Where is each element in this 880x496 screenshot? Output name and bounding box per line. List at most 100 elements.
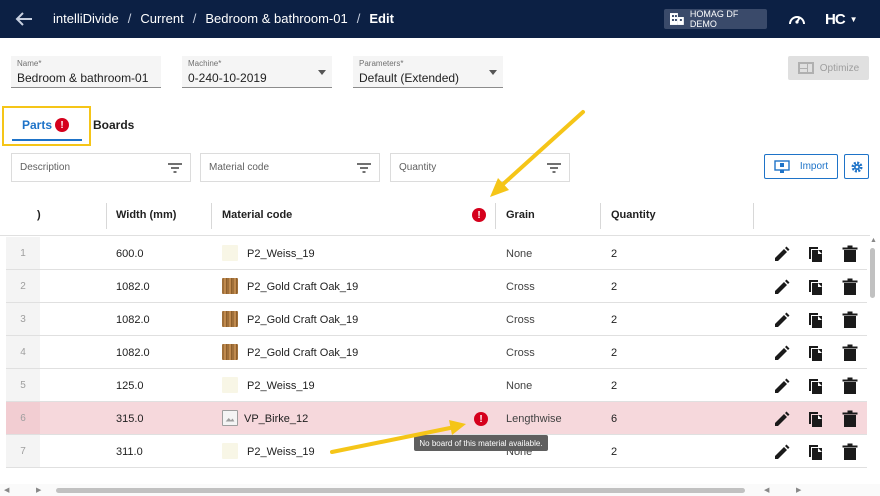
delete-button[interactable] [841,311,858,333]
grain-cell: Cross [506,314,535,326]
import-label: Import [799,161,829,172]
machine-select[interactable]: Machine* 0-240-10-2019 [182,56,332,88]
user-menu[interactable]: HC ▼ [825,11,858,28]
column-header-grain[interactable]: Grain [506,209,535,221]
optimize-button[interactable]: Optimize [788,56,869,80]
copy-button[interactable] [807,377,824,399]
breadcrumb-list[interactable]: Bedroom & bathroom-01 [205,11,347,26]
scroll-right-arrow-icon[interactable]: ▶ [796,486,801,494]
scroll-up-arrow-icon[interactable]: ▲ [870,237,877,244]
copy-button[interactable] [807,245,824,267]
breadcrumb-current[interactable]: Current [140,11,183,26]
material-swatch [222,245,238,261]
import-button[interactable]: Import [764,154,838,179]
vertical-scrollbar[interactable]: ▲ [869,237,877,487]
copy-button[interactable] [807,311,824,333]
delete-button[interactable] [841,344,858,366]
table-row[interactable]: 1 600.0 P2_Weiss_19 None 2 [6,237,867,270]
edit-button[interactable] [773,278,790,300]
delete-button[interactable] [841,377,858,399]
column-divider[interactable] [600,203,601,229]
trash-icon [842,311,858,328]
column-header-quantity[interactable]: Quantity [611,209,656,221]
copy-button[interactable] [807,443,824,465]
table-row[interactable]: 2 1082.0 P2_Gold Craft Oak_19 Cross 2 [6,270,867,303]
copy-button[interactable] [807,278,824,300]
quantity-cell: 2 [611,380,618,392]
table-header: ) Width (mm) Material code ! Grain Quant… [0,196,870,236]
chevron-down-icon [489,70,497,75]
quantity-cell: 2 [611,281,618,293]
trash-icon [842,278,858,295]
table-settings-button[interactable] [844,154,869,179]
column-divider[interactable] [495,203,496,229]
pencil-icon [775,444,790,459]
table-row-error[interactable]: 6 315.0 VP_Birke_12 ! Lengthwise 6 [6,402,867,435]
material-swatch [222,443,238,459]
row-number: 6 [6,402,40,434]
tab-parts[interactable]: Parts [22,118,52,132]
delete-button[interactable] [841,410,858,432]
gear-icon [851,161,862,172]
filter-icon[interactable] [168,163,182,173]
row-number: 4 [6,336,40,368]
edit-button[interactable] [773,245,790,267]
breadcrumb-edit: Edit [369,11,394,26]
filter-icon[interactable] [357,163,371,173]
copy-button[interactable] [807,410,824,432]
trash-icon [842,443,858,460]
edit-button[interactable] [773,377,790,399]
machine-label: Machine* [188,59,222,68]
tab-boards[interactable]: Boards [93,118,134,132]
horizontal-scrollbar[interactable]: ◀ ▶ ◀ ▶ [0,484,880,496]
error-tooltip: No board of this material available. [414,435,548,451]
company-badge[interactable]: HOMAG DF DEMO [664,9,767,29]
edit-button[interactable] [773,410,790,432]
breadcrumb: intelliDivide / Current / Bedroom & bath… [53,11,394,26]
delete-button[interactable] [841,245,858,267]
trash-icon [842,344,858,361]
pencil-icon [775,345,790,360]
parameters-select[interactable]: Parameters* Default (Extended) [353,56,503,88]
breadcrumb-separator: / [127,11,132,26]
copy-icon [809,412,822,427]
name-field[interactable]: Name* Bedroom & bathroom-01 [11,56,161,88]
breadcrumb-app[interactable]: intelliDivide [53,11,119,26]
column-header-truncated[interactable]: ) [37,209,41,221]
column-divider[interactable] [106,203,107,229]
horizontal-scrollbar-thumb[interactable] [56,488,745,493]
delete-button[interactable] [841,443,858,465]
exclamation-circle-icon[interactable]: ! [474,412,488,426]
speedometer-icon[interactable] [788,11,806,27]
edit-button[interactable] [773,311,790,333]
copy-button[interactable] [807,344,824,366]
description-filter[interactable]: Description [11,153,191,182]
table-row[interactable]: 5 125.0 P2_Weiss_19 None 2 [6,369,867,402]
pencil-icon [775,246,790,261]
arrow-left-icon[interactable] [14,10,34,28]
filter-icon[interactable] [547,163,561,173]
exclamation-circle-icon: ! [472,208,486,222]
width-cell: 311.0 [116,446,143,458]
table-row[interactable]: 4 1082.0 P2_Gold Craft Oak_19 Cross 2 [6,336,867,369]
breadcrumb-separator: / [356,11,361,26]
delete-button[interactable] [841,278,858,300]
column-header-width[interactable]: Width (mm) [116,209,176,221]
material-code-filter[interactable]: Material code [200,153,380,182]
edit-button[interactable] [773,443,790,465]
table-row[interactable]: 3 1082.0 P2_Gold Craft Oak_19 Cross 2 [6,303,867,336]
scroll-left-arrow-icon[interactable]: ◀ [4,486,9,494]
description-filter-placeholder: Description [20,162,71,173]
company-name: HOMAG DF DEMO [689,9,739,29]
vertical-scrollbar-thumb[interactable] [870,248,875,298]
grain-cell: Lengthwise [506,413,562,425]
column-divider[interactable] [753,203,754,229]
image-placeholder-icon [222,410,238,426]
scroll-right-arrow-icon[interactable]: ▶ [36,486,41,494]
column-header-material-code[interactable]: Material code [222,209,292,221]
edit-button[interactable] [773,344,790,366]
monitor-import-icon [774,159,790,173]
scroll-left-arrow-icon[interactable]: ◀ [764,486,769,494]
column-divider[interactable] [211,203,212,229]
quantity-filter[interactable]: Quantity [390,153,570,182]
